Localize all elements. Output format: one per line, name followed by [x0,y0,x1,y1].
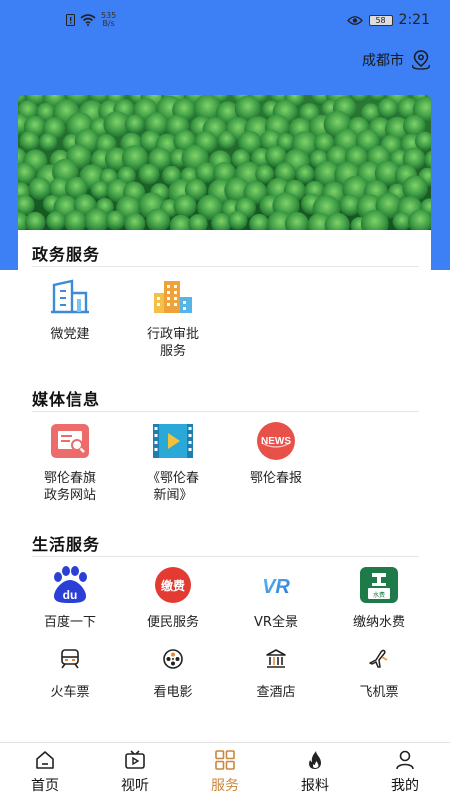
network-speed: 535 B/s [101,12,116,28]
news-icon: NEWS [255,420,297,462]
payment-icon: 缴费 [152,564,194,606]
service-tile-flight[interactable]: 飞机票 [329,646,429,701]
tree-crown [124,114,145,135]
tile-label: 鄂伦春旗 政务网站 [43,471,96,503]
train-icon [57,646,83,672]
service-tile-gov-website[interactable]: 鄂伦春旗 政务网站 [20,420,120,504]
tab-label: 我的 [391,778,419,794]
tile-label: 看电影 [153,685,193,700]
forest-image [18,95,431,233]
clock: 2:21 [398,12,430,28]
service-tile-news-video[interactable]: 《鄂伦春 新闻》 [123,420,223,504]
tree-crown [19,131,40,151]
city-label: 成都市 [362,53,404,69]
status-bar: 535 B/s 58 2:21 [0,0,450,40]
tree-crown [217,130,236,150]
tree-crown [105,210,126,231]
baidu-badge-text: du [63,588,78,602]
tile-label: 行政审批 服务 [146,327,199,359]
service-tile-party-building[interactable]: 微党建 [20,276,120,343]
service-tile-hotel[interactable]: 查酒店 [226,646,326,701]
bottom-tab-bar: 首页 视听 服务 报料 我的 [0,742,450,800]
service-tile-baidu[interactable]: du 百度一下 [20,564,120,631]
home-icon [36,751,54,769]
tab-label: 报料 [301,778,329,794]
section-divider [32,556,419,557]
section-title-media: 媒体信息 [32,390,101,409]
tab-services[interactable]: 服务 [180,743,270,800]
person-icon [396,750,414,770]
service-tile-water-fee[interactable]: 水费 缴纳水费 [329,564,429,631]
tab-label: 首页 [31,778,59,794]
hotel-icon [263,646,289,672]
forest-banner-image[interactable] [18,95,431,233]
tile-label: 《鄂伦春 新闻》 [146,471,199,503]
tab-report[interactable]: 报料 [270,743,360,800]
service-tile-newspaper[interactable]: NEWS 鄂伦春报 [226,420,326,487]
film-reel-icon [160,646,186,672]
tile-label: 火车票 [50,685,90,700]
payment-badge-text: 缴费 [161,578,185,593]
section-title-gov: 政务服务 [32,245,101,264]
tree-crown [377,97,399,119]
tab-audio-video[interactable]: 视听 [90,743,180,800]
news-badge-text: NEWS [261,436,291,447]
location-pin-icon [412,50,430,70]
tile-label: 微党建 [50,327,90,342]
tile-label: 便民服务 [146,615,199,630]
status-left: 535 B/s [66,12,116,28]
building-icon [49,276,91,318]
baidu-icon: du [49,564,91,606]
tile-label: VR全景 [254,615,298,630]
sim-alert-icon [66,14,75,26]
water-fee-icon: 水费 [358,564,400,606]
service-tile-train[interactable]: 火车票 [20,646,120,701]
vr-badge-text: VR [262,576,290,598]
water-badge-text: 水费 [373,591,385,599]
service-tile-vr[interactable]: VR VR全景 [226,564,326,631]
location-selector[interactable]: 成都市 [362,50,432,70]
tree-crown [138,163,160,185]
tab-label: 服务 [211,778,239,794]
section-divider [32,411,419,412]
tile-label: 查酒店 [256,685,296,700]
city-buildings-icon [152,276,194,318]
website-icon [49,420,91,462]
vr-icon: VR [255,564,297,606]
battery-indicator: 58 [368,14,393,26]
tab-mine[interactable]: 我的 [360,743,450,800]
wifi-icon [80,14,96,26]
service-tile-admin-approval[interactable]: 行政审批 服务 [123,276,223,360]
service-tile-convenience[interactable]: 缴费 便民服务 [123,564,223,631]
status-right: 58 2:21 [346,12,430,28]
tab-label: 视听 [121,778,149,794]
tree-crown [46,211,66,231]
tv-icon [125,750,145,769]
service-tile-movie[interactable]: 看电影 [123,646,223,701]
section-title-life: 生活服务 [32,535,101,554]
tree-crown [146,208,171,233]
tree-crown [228,210,248,230]
section-divider [32,266,419,267]
tree-crown [173,194,197,218]
video-icon [152,420,194,462]
tile-label: 鄂伦春报 [249,471,302,486]
tile-label: 飞机票 [359,685,399,700]
tile-label: 缴纳水费 [352,615,405,630]
tree-crown [90,180,109,199]
tile-label: 百度一下 [43,615,96,630]
network-speed-unit: B/s [102,19,115,28]
fire-icon [309,751,321,769]
tree-crown [39,132,58,151]
eye-icon [346,15,363,25]
grid-icon [215,750,235,770]
airplane-icon [366,646,392,672]
tab-home[interactable]: 首页 [0,743,90,800]
